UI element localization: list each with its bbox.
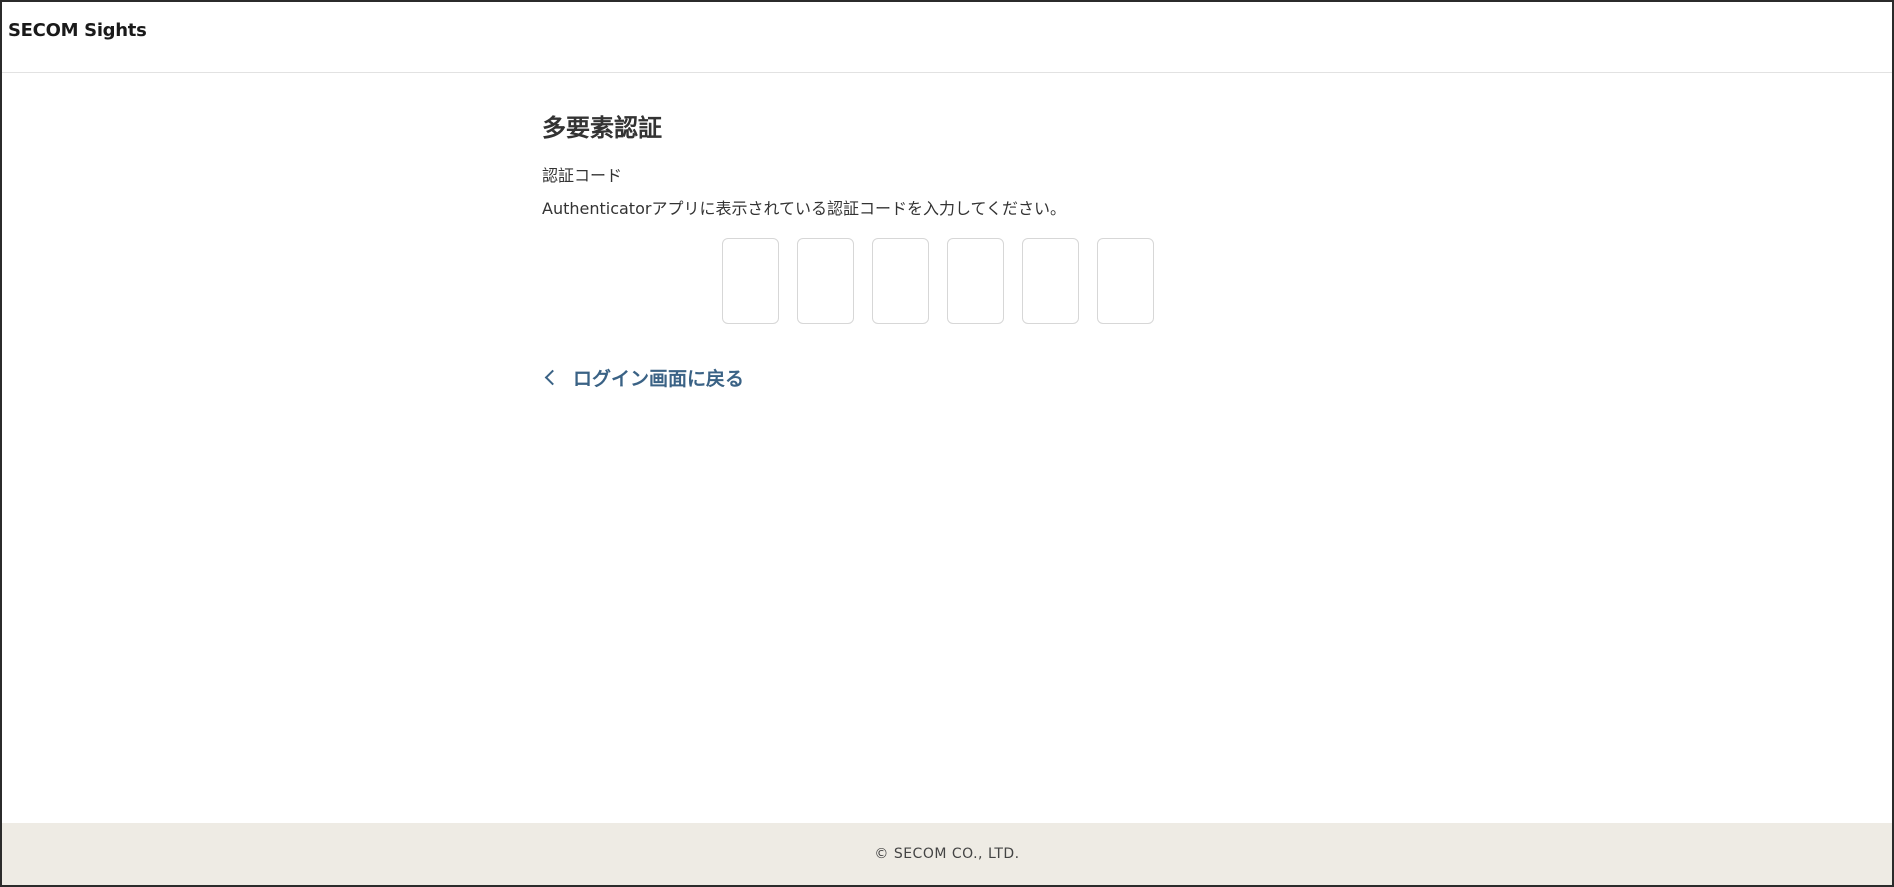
code-digit-input-5[interactable] (1022, 238, 1079, 324)
copyright-text: © SECOM CO., LTD. (874, 846, 1020, 862)
secom-sights-logo[interactable]: SECOM Sights (8, 20, 147, 41)
code-digit-input-3[interactable] (872, 238, 929, 324)
back-to-login-link[interactable]: ログイン画面に戻る (542, 364, 744, 391)
page-title: 多要素認証 (542, 114, 662, 142)
app-header: SECOM Sights (2, 2, 1892, 73)
code-digit-input-2[interactable] (797, 238, 854, 324)
instruction-text: Authenticatorアプリに表示されている認証コードを入力してください。 (542, 199, 1067, 218)
page-frame: SECOM Sights 多要素認証 認証コード Authenticatorアプ… (0, 0, 1894, 887)
chevron-left-icon (544, 369, 561, 386)
back-to-login-label: ログイン画面に戻る (573, 368, 745, 390)
code-digit-input-1[interactable] (722, 238, 779, 324)
verification-code-label: 認証コード (542, 166, 623, 185)
verification-code-inputs (722, 238, 1154, 324)
code-digit-input-4[interactable] (947, 238, 1004, 324)
code-digit-input-6[interactable] (1097, 238, 1154, 324)
page-footer: © SECOM CO., LTD. (2, 823, 1892, 885)
